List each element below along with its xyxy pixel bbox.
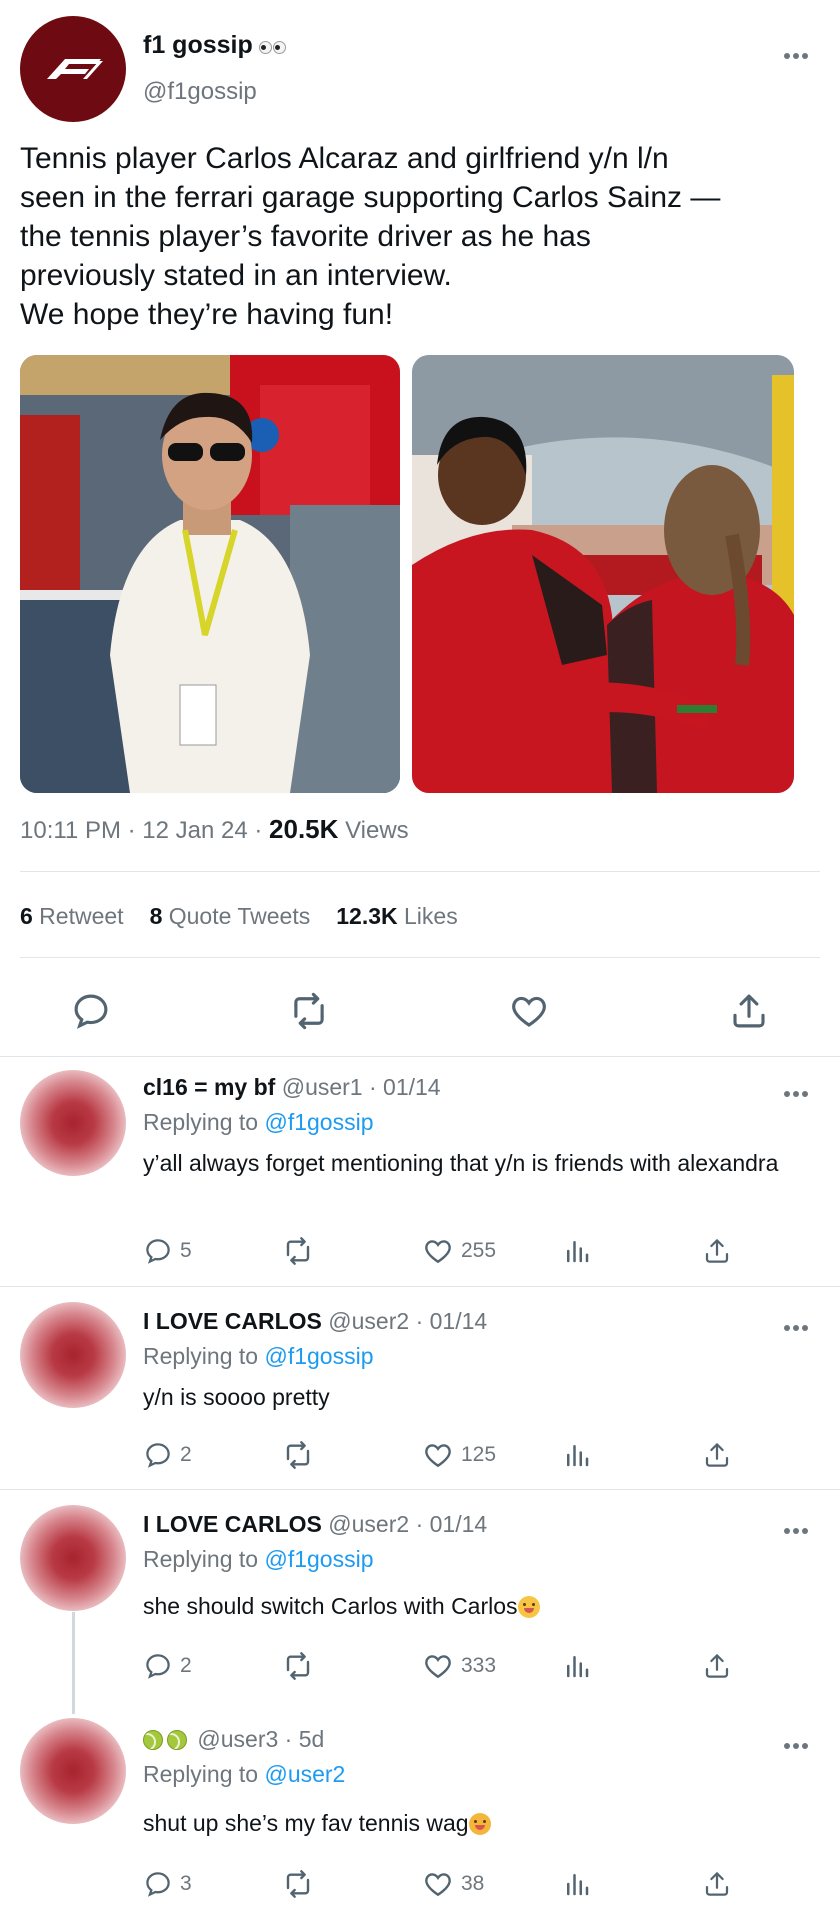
reply-text: she should switch Carlos with Carlos: [143, 1591, 803, 1621]
weary-face-emoji-icon: [468, 1813, 491, 1835]
reply-header: @user3 · 5d: [143, 1726, 324, 1753]
reply-header: I LOVE CARLOS @user2 · 01/14: [143, 1308, 488, 1334]
reply-avatar[interactable]: [20, 1070, 126, 1176]
smiling-face-emoji-icon: [517, 1596, 540, 1618]
reply-icon: [146, 1239, 170, 1264]
retweet-icon[interactable]: [282, 1235, 321, 1267]
tennis-ball-icon: [143, 1730, 163, 1750]
replying-to-link[interactable]: @f1gossip: [264, 1109, 373, 1135]
f1-logo-icon: [47, 59, 103, 79]
more-options-icon[interactable]: [784, 1084, 818, 1097]
engagement-stats: 6 Retweet 8 Quote Tweets 12.3K Likes: [20, 903, 484, 930]
divider: [0, 1056, 840, 1057]
reply-author-name[interactable]: I LOVE CARLOS: [143, 1308, 322, 1334]
like-icon: [425, 1873, 451, 1897]
reply-header: cl16 = my bf @user1 · 01/14: [143, 1074, 441, 1100]
divider: [0, 1286, 840, 1287]
reply-icon: [146, 1872, 170, 1897]
analytics-icon[interactable]: [562, 1650, 599, 1682]
divider: [0, 1489, 840, 1490]
retweet-icon[interactable]: [288, 990, 330, 1032]
replying-to-link[interactable]: @user2: [264, 1761, 345, 1787]
replying-to: Replying to @f1gossip: [143, 1109, 374, 1135]
retweet-icon[interactable]: [282, 1439, 321, 1471]
more-options-icon[interactable]: [784, 1318, 818, 1331]
share-icon[interactable]: [702, 1235, 739, 1267]
share-icon[interactable]: [702, 1439, 739, 1471]
divider: [20, 957, 820, 958]
reply-author-name[interactable]: I LOVE CARLOS: [143, 1511, 322, 1537]
replying-to: Replying to @f1gossip: [143, 1343, 374, 1369]
tweet-timestamp: 10:11 PM · 12 Jan 24 · 20.5K Views: [20, 814, 409, 844]
author-avatar[interactable]: [20, 16, 126, 122]
reply-text: shut up she’s my fav tennis wag: [143, 1808, 803, 1838]
reply-action[interactable]: 2: [143, 1439, 192, 1471]
share-icon[interactable]: [702, 1650, 739, 1682]
retweet-icon[interactable]: [282, 1650, 321, 1682]
more-options-icon[interactable]: [784, 1521, 818, 1534]
like-icon: [425, 1240, 451, 1264]
reply-icon[interactable]: [70, 990, 112, 1032]
tweet-photo-ferrari-couple[interactable]: [412, 355, 794, 793]
like-action[interactable]: 255: [422, 1235, 496, 1267]
like-action[interactable]: 333: [422, 1650, 496, 1682]
more-options-icon[interactable]: [784, 46, 818, 59]
tweet-text: Tennis player Carlos Alcaraz and girlfri…: [20, 142, 721, 331]
likes-stat[interactable]: 12.3K Likes: [336, 903, 457, 929]
share-icon[interactable]: [728, 990, 770, 1032]
analytics-icon[interactable]: [562, 1439, 599, 1471]
author-handle[interactable]: @f1gossip: [143, 78, 257, 106]
reply-icon: [146, 1443, 170, 1468]
reply-avatar[interactable]: [20, 1302, 126, 1408]
quote-tweets-stat[interactable]: 8 Quote Tweets: [150, 903, 311, 929]
reply-icon: [146, 1654, 170, 1679]
reply-action[interactable]: 3: [143, 1868, 192, 1900]
thread-connector-line: [72, 1612, 75, 1714]
retweets-stat[interactable]: 6 Retweet: [20, 903, 124, 929]
reply-avatar[interactable]: [20, 1505, 126, 1611]
reply-text: y/n is soooo pretty: [143, 1384, 330, 1410]
tennis-ball-icon: [167, 1730, 187, 1750]
views-count: 20.5K: [269, 814, 339, 844]
analytics-icon[interactable]: [562, 1868, 599, 1900]
like-icon: [425, 1444, 451, 1468]
replying-to: Replying to @user2: [143, 1761, 346, 1787]
reply-header: I LOVE CARLOS @user2 · 01/14: [143, 1511, 488, 1537]
replying-to-link[interactable]: @f1gossip: [264, 1546, 373, 1572]
reply-avatar[interactable]: [20, 1718, 126, 1824]
eyes-emoji-icon: [258, 32, 287, 61]
tweet-photo-carlos[interactable]: [20, 355, 400, 793]
like-action[interactable]: 38: [422, 1868, 484, 1900]
replying-to: Replying to @f1gossip: [143, 1546, 374, 1572]
replying-to-link[interactable]: @f1gossip: [264, 1343, 373, 1369]
author-name[interactable]: f1 gossip: [143, 31, 287, 61]
reply-action[interactable]: 5: [143, 1235, 192, 1267]
analytics-icon[interactable]: [562, 1235, 599, 1267]
like-action[interactable]: 125: [422, 1439, 496, 1471]
like-icon: [425, 1655, 451, 1679]
more-options-icon[interactable]: [784, 1736, 818, 1749]
reply-author-name[interactable]: cl16 = my bf: [143, 1074, 275, 1100]
like-icon[interactable]: [508, 990, 550, 1032]
reply-action[interactable]: 2: [143, 1650, 192, 1682]
reply-text: y’all always forget mentioning that y/n …: [143, 1150, 779, 1176]
retweet-icon[interactable]: [282, 1868, 321, 1900]
share-icon[interactable]: [702, 1868, 739, 1900]
divider: [20, 871, 820, 872]
